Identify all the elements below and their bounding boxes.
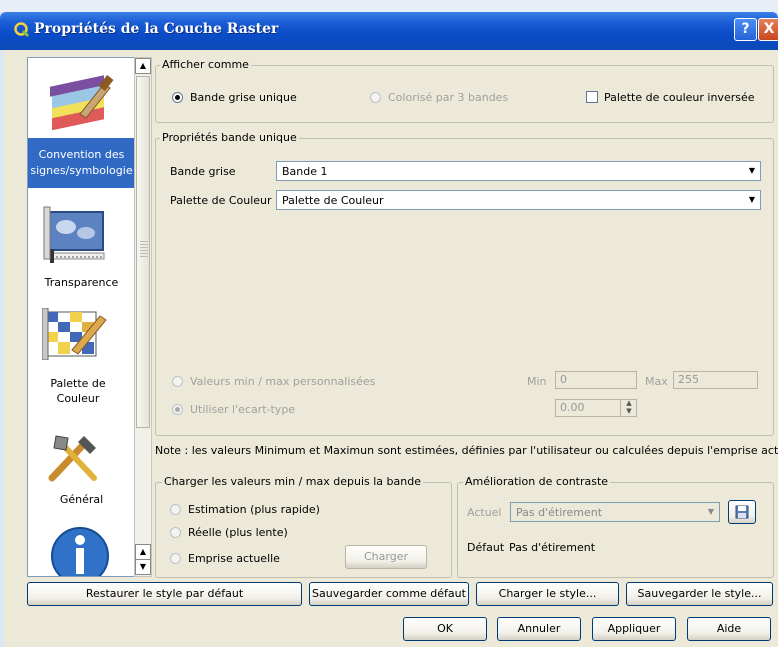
actual-label[interactable]: Réelle (plus lente) [188, 526, 288, 539]
band-properties-title: Propriétés bande unique [160, 131, 299, 144]
info-icon[interactable] [50, 526, 110, 576]
current-stretch-select[interactable]: Pas d'étirement ▼ [510, 502, 720, 522]
display-as-title: Afficher comme [160, 58, 251, 71]
invert-palette-checkbox[interactable] [586, 91, 598, 103]
color-palette-select[interactable]: Palette de Couleur ▼ [276, 190, 761, 210]
default-stretch-label: Défaut [467, 541, 505, 554]
scroll-up-icon[interactable]: ▲ [135, 58, 151, 74]
max-label: Max [645, 375, 668, 388]
color-palette-value: Palette de Couleur [282, 194, 384, 207]
current-extent-label[interactable]: Emprise actuelle [188, 552, 280, 565]
scroll-down-icon[interactable]: ▼ [135, 559, 151, 575]
scroll-thumb[interactable] [136, 76, 150, 428]
color-palette-label: Palette de Couleur [170, 194, 272, 207]
general-tools-icon [46, 428, 102, 484]
grip-icon [140, 241, 148, 257]
load-style-button[interactable]: Charger le style... [476, 582, 619, 606]
save-style-button[interactable]: Sauvegarder le style... [626, 582, 773, 606]
custom-minmax-radio[interactable] [172, 376, 183, 387]
help-button[interactable]: ? [734, 18, 757, 41]
sidebar-list: Convention des signes/symbologie Transpa… [27, 57, 136, 577]
min-label: Min [527, 375, 547, 388]
current-extent-radio[interactable] [170, 553, 181, 564]
custom-minmax-label[interactable]: Valeurs min / max personnalisées [190, 375, 375, 388]
current-stretch-value: Pas d'étirement [516, 506, 603, 519]
gray-band-label: Bande grise [170, 165, 236, 178]
stddev-value: 0.00 [560, 401, 585, 414]
scroll-up-icon[interactable]: ▲ [135, 544, 151, 560]
load-minmax-title: Charger les valeurs min / max depuis la … [162, 475, 423, 488]
save-contrast-button[interactable] [728, 500, 756, 524]
chevron-down-icon[interactable]: ▼ [744, 162, 760, 180]
estimation-radio[interactable] [170, 504, 181, 515]
chevron-down-icon[interactable]: ▼ [703, 503, 719, 521]
window-title: Propriétés de la Couche Raster [34, 21, 279, 37]
sidebar-item-label: Convention des signes/symbologie [30, 148, 133, 177]
spin-arrows-icon[interactable]: ▲ ▼ [620, 399, 637, 417]
save-as-default-button[interactable]: Sauvegarder comme défaut [309, 582, 469, 606]
default-stretch-value: Pas d'étirement [509, 541, 596, 554]
min-field[interactable]: 0 [555, 371, 637, 389]
sidebar-item-colormap[interactable]: Palette de Couleur [48, 376, 108, 406]
gray-band-value: Bande 1 [282, 165, 328, 178]
three-band-label[interactable]: Colorisé par 3 bandes [388, 91, 508, 104]
help-dialog-button[interactable]: Aide [687, 617, 771, 641]
single-band-radio[interactable] [172, 92, 183, 103]
sidebar-item-symbology[interactable]: Convention des signes/symbologie [28, 138, 135, 188]
actual-radio[interactable] [170, 527, 181, 538]
band-properties-group [155, 138, 774, 436]
stddev-spinbox[interactable]: 0.00 ▲ ▼ [555, 399, 637, 417]
symbology-icon [44, 70, 118, 134]
title-bar[interactable]: Propriétés de la Couche Raster ? X [0, 12, 778, 50]
floppy-disk-icon [735, 505, 749, 519]
sidebar-item-general[interactable]: Général [28, 493, 135, 506]
note-text: Note : les valeurs Minimum et Maximun so… [155, 444, 778, 457]
invert-palette-label[interactable]: Palette de couleur inversée [604, 91, 755, 104]
single-band-label[interactable]: Bande grise unique [190, 91, 297, 104]
stddev-label[interactable]: Utiliser l'ecart-type [190, 403, 295, 416]
current-stretch-label: Actuel [467, 506, 502, 519]
sidebar-scrollbar[interactable]: ▲ ▲ ▼ [134, 57, 152, 577]
qgis-logo-icon [14, 22, 30, 38]
transparency-icon [42, 205, 108, 265]
contrast-title: Amélioration de contraste [463, 475, 611, 488]
colormap-icon [41, 307, 110, 361]
gray-band-select[interactable]: Bande 1 ▼ [276, 161, 761, 181]
close-button[interactable]: X [758, 18, 778, 41]
stddev-radio[interactable] [172, 404, 183, 415]
load-button[interactable]: Charger [345, 545, 427, 569]
cancel-button[interactable]: Annuler [497, 617, 581, 641]
restore-default-style-button[interactable]: Restaurer le style par défaut [27, 582, 302, 606]
three-band-radio[interactable] [370, 92, 381, 103]
estimation-label[interactable]: Estimation (plus rapide) [188, 503, 320, 516]
desktop-background [0, 0, 778, 12]
ok-button[interactable]: OK [403, 617, 487, 641]
sidebar-item-transparency[interactable]: Transparence [28, 276, 135, 289]
chevron-down-icon[interactable]: ▼ [744, 191, 760, 209]
apply-button[interactable]: Appliquer [592, 617, 676, 641]
contrast-group [457, 482, 774, 578]
max-field[interactable]: 255 [673, 371, 758, 389]
